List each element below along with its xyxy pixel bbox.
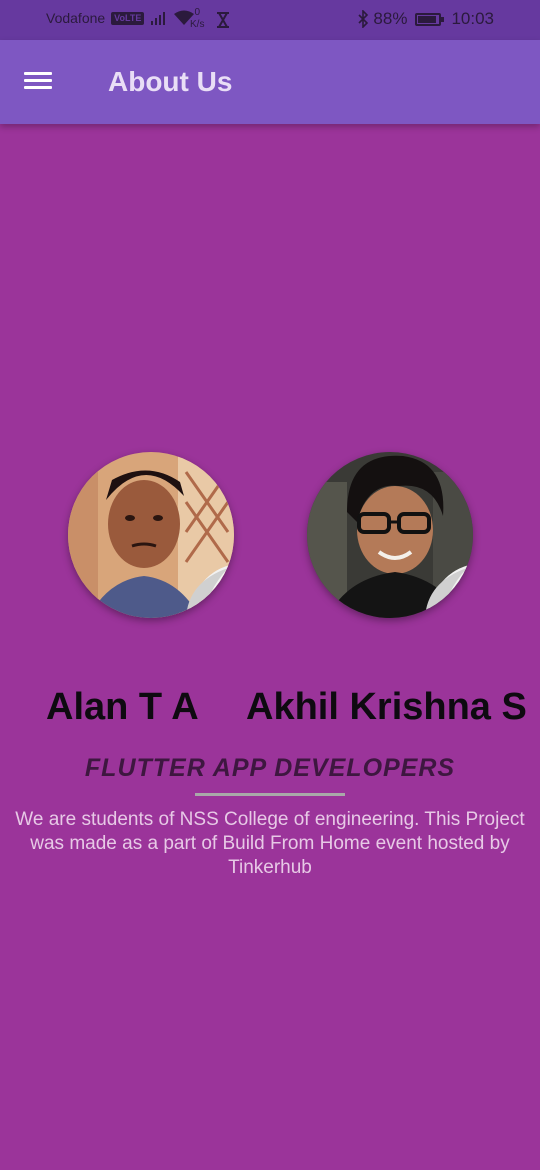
- avatar-alan-photo: [68, 452, 234, 618]
- carrier-name: Vodafone: [46, 10, 106, 26]
- member-name-1: Alan T A: [46, 686, 199, 728]
- member-name-2: Akhil Krishna S: [246, 686, 527, 728]
- status-right: 88% 10:03: [357, 9, 494, 29]
- clock: 10:03: [451, 9, 494, 28]
- status-left: Vodafone VoLTE: [46, 10, 195, 26]
- signal-icon: [151, 12, 166, 25]
- page-title: About Us: [108, 66, 233, 97]
- avatar-alan: [68, 452, 234, 618]
- bluetooth-icon: [358, 10, 369, 28]
- divider: [195, 793, 345, 796]
- volte-badge: VoLTE: [111, 11, 145, 25]
- hourglass-icon: [217, 12, 229, 28]
- speed-value: 0: [194, 7, 200, 18]
- avatar-akhil: [307, 452, 473, 618]
- speed-unit: K/s: [190, 19, 205, 30]
- status-bar: Vodafone VoLTE 0 K/s 88% 10:03: [0, 0, 540, 40]
- battery-percent: 88%: [373, 9, 408, 28]
- hamburger-menu-icon[interactable]: [24, 66, 58, 98]
- network-speed: 0 K/s: [190, 7, 204, 31]
- description-text: We are students of NSS College of engine…: [15, 809, 525, 878]
- battery-icon: [415, 12, 445, 26]
- app-bar: About Us: [0, 40, 540, 124]
- avatar-akhil-photo: [307, 452, 473, 618]
- role-title: FLUTTER APP DEVELOPERS: [84, 754, 456, 782]
